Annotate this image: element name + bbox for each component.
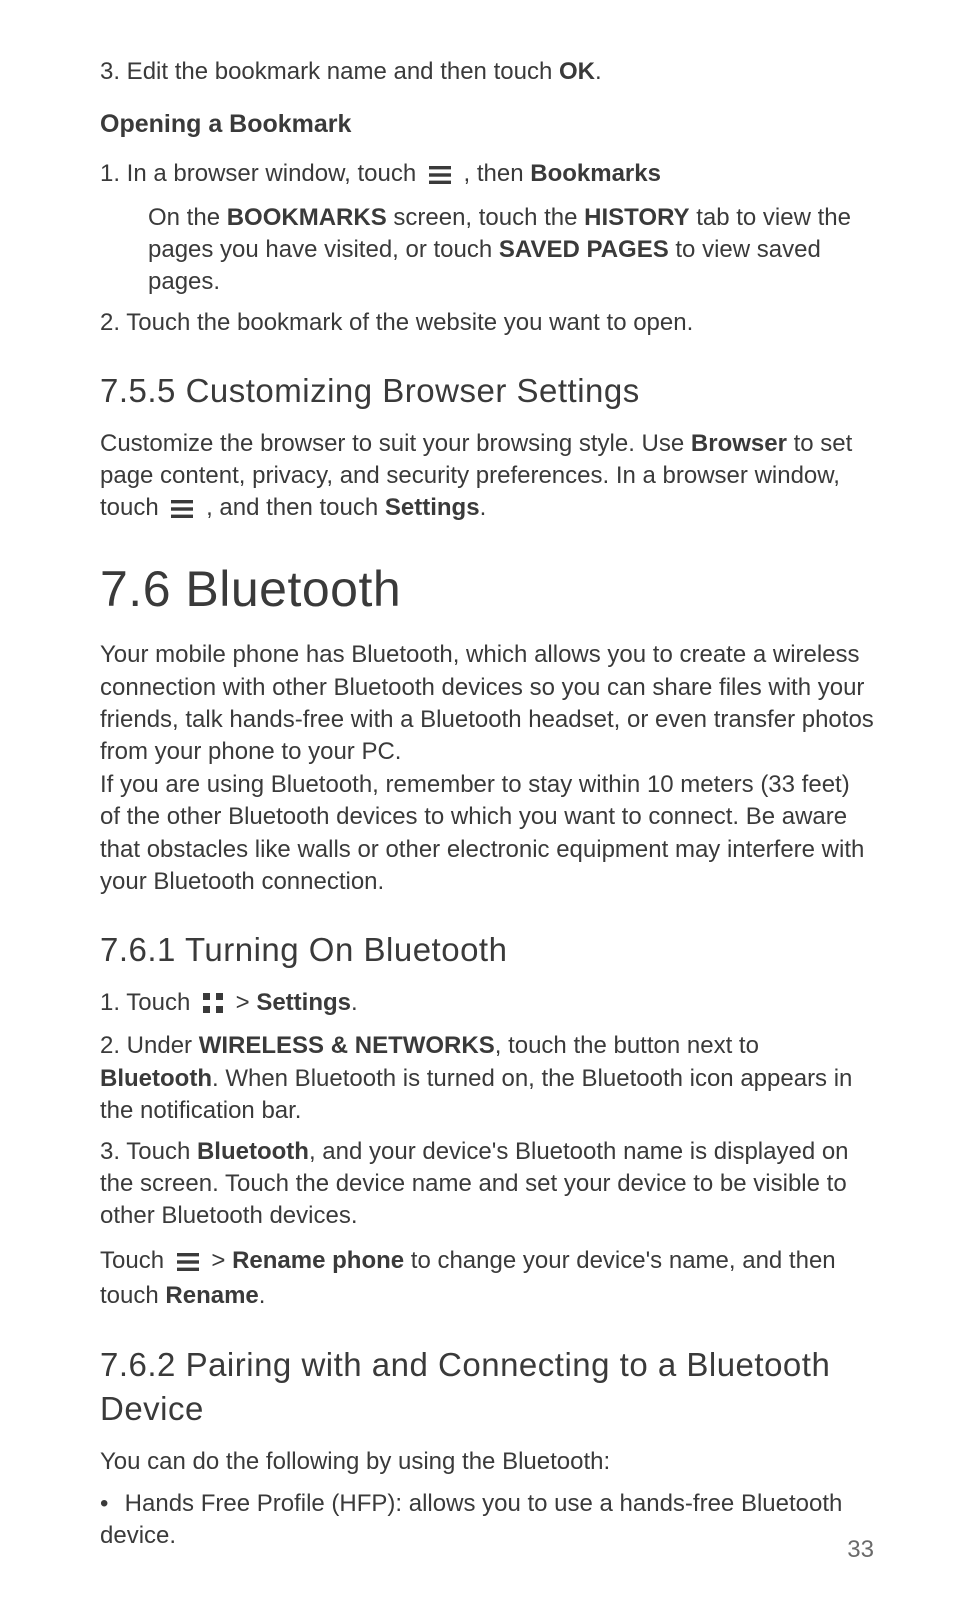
text: . (351, 989, 358, 1016)
open-bookmark-step2: 2. Touch the bookmark of the website you… (100, 307, 874, 339)
text: , and then touch (206, 494, 385, 521)
text: On the (148, 204, 227, 231)
bookmarks-screen-label: BOOKMARKS (227, 204, 387, 231)
text: 3. Touch (100, 1138, 197, 1165)
text: . (259, 1282, 266, 1309)
browser-label: Browser (691, 430, 787, 457)
apps-grid-icon (203, 990, 223, 1022)
settings-label: Settings (385, 494, 480, 521)
text: Customize the browser to suit your brows… (100, 430, 691, 457)
heading-762: 7.6.2 Pairing with and Connecting to a B… (100, 1343, 874, 1432)
text: > (211, 1247, 232, 1274)
heading-761: 7.6.1 Turning On Bluetooth (100, 928, 874, 973)
edit-bookmark-step3: 3. Edit the bookmark name and then touch… (100, 56, 874, 88)
text: 1. In a browser window, touch (100, 160, 423, 187)
text: . When Bluetooth is turned on, the Bluet… (100, 1065, 852, 1124)
paragraph-76: Your mobile phone has Bluetooth, which a… (100, 639, 874, 898)
open-bookmark-step1: 1. In a browser window, touch , then Boo… (100, 158, 874, 193)
heading-76: 7.6 Bluetooth (100, 556, 874, 624)
menu-icon (177, 1248, 199, 1280)
history-tab-label: HISTORY (584, 204, 689, 231)
saved-pages-label: SAVED PAGES (499, 236, 669, 263)
open-bookmark-note: On the BOOKMARKS screen, touch the HISTO… (148, 202, 874, 299)
menu-icon (171, 495, 193, 527)
text: screen, touch the (387, 204, 584, 231)
turn-on-bt-step2: 2. Under WIRELESS & NETWORKS, touch the … (100, 1030, 874, 1127)
bullet-hfp: • Hands Free Profile (HFP): allows you t… (100, 1488, 874, 1553)
rename-label: Rename (165, 1282, 258, 1309)
bullet-text: Hands Free Profile (HFP): allows you to … (100, 1490, 842, 1549)
page-number: 33 (847, 1534, 874, 1566)
rename-phone-label: Rename phone (232, 1247, 404, 1274)
bullet-marker: • (100, 1488, 118, 1520)
ok-label: OK (559, 58, 595, 85)
text: , touch the button next to (495, 1032, 759, 1059)
text: 1. Touch (100, 989, 197, 1016)
paragraph-755: Customize the browser to suit your brows… (100, 428, 874, 528)
text: 3. Edit the bookmark name and then touch (100, 58, 559, 85)
turn-on-bt-step3: 3. Touch Bluetooth, and your device's Bl… (100, 1136, 874, 1233)
turn-on-bt-note: Touch > Rename phone to change your devi… (100, 1245, 874, 1313)
heading-755: 7.5.5 Customizing Browser Settings (100, 369, 874, 414)
text: , then (464, 160, 531, 187)
document-page: 3. Edit the bookmark name and then touch… (0, 0, 954, 1603)
bluetooth-label: Bluetooth (197, 1138, 309, 1165)
text: . (480, 494, 487, 521)
turn-on-bt-step1: 1. Touch > Settings. (100, 987, 874, 1022)
settings-label: Settings (256, 989, 351, 1016)
heading-opening-bookmark: Opening a Bookmark (100, 108, 874, 142)
bookmarks-label: Bookmarks (530, 160, 661, 187)
text: 2. Under (100, 1032, 199, 1059)
text: Touch (100, 1247, 171, 1274)
paragraph-762-intro: You can do the following by using the Bl… (100, 1446, 874, 1478)
wireless-networks-label: WIRELESS & NETWORKS (199, 1032, 495, 1059)
text: . (595, 58, 602, 85)
text: > (236, 989, 257, 1016)
bluetooth-label: Bluetooth (100, 1065, 212, 1092)
menu-icon (429, 161, 451, 193)
